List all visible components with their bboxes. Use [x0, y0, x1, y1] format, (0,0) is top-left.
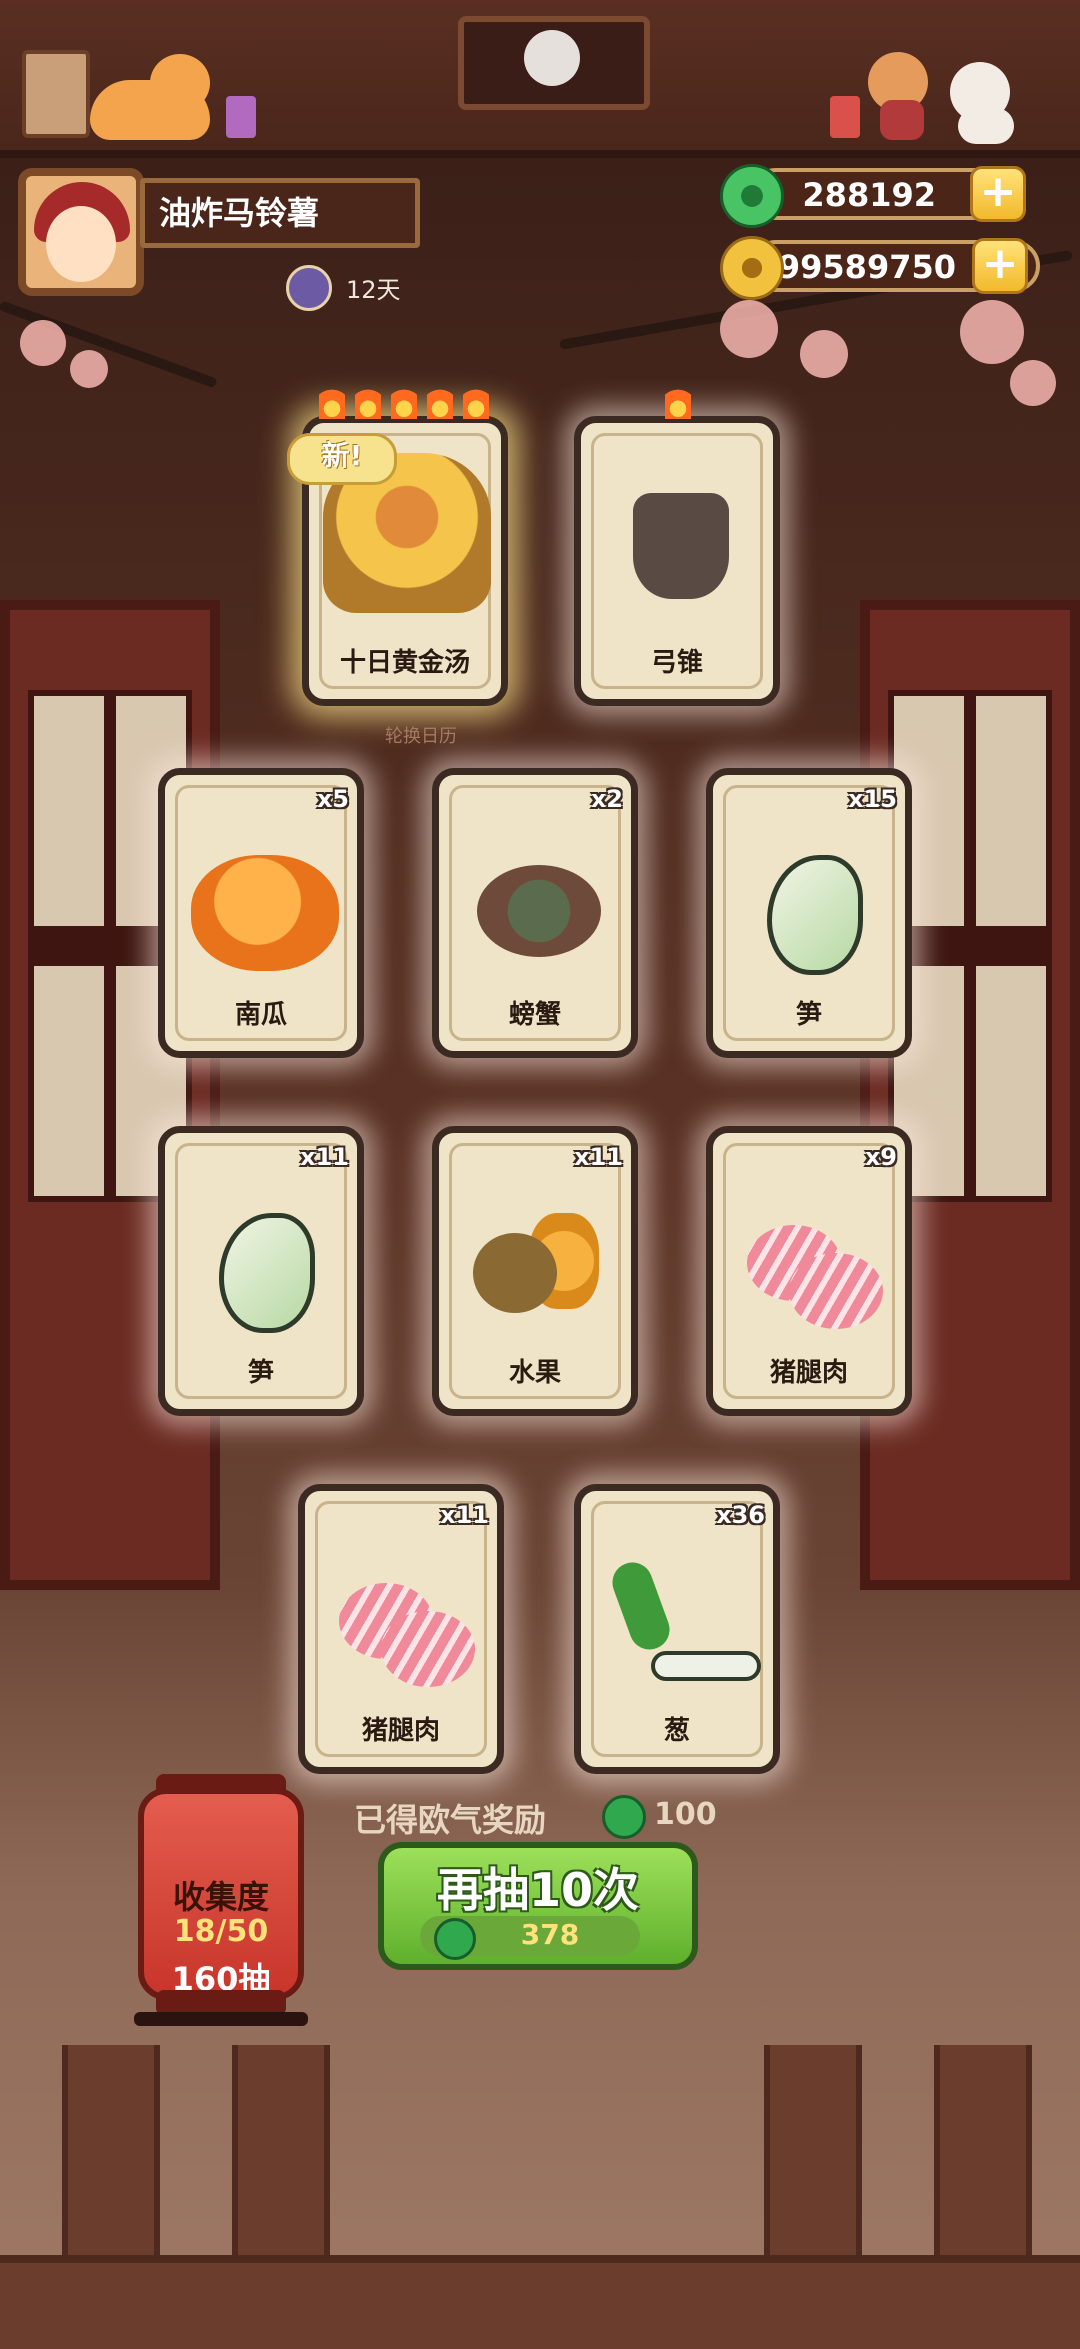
reward-card-pumpkin[interactable]: x5 南瓜 — [158, 768, 364, 1058]
add-jade-button[interactable]: + — [970, 166, 1026, 222]
blossom — [20, 320, 66, 366]
reward-card-fruit[interactable]: x11 水果 — [432, 1126, 638, 1416]
scroll-icon — [22, 50, 90, 138]
collection-title: 收集度 — [172, 1878, 269, 1916]
left-door — [0, 600, 220, 1590]
pumpkin-icon — [191, 855, 339, 971]
collection-progress: 18/50 — [173, 1914, 269, 1949]
jar-icon — [830, 96, 860, 138]
draw-cost: 378 — [520, 1918, 580, 1951]
cat-white-body-icon — [958, 108, 1014, 144]
pork-icon — [789, 1253, 883, 1329]
card-count: x5 — [316, 785, 349, 813]
card-count: x15 — [848, 785, 897, 813]
card-label: 水果 — [508, 1358, 561, 1388]
flame-icon — [427, 385, 453, 419]
blossom — [1010, 360, 1056, 406]
collection-lantern[interactable]: 收集度 18/50 160抽 — [138, 1788, 304, 2000]
fence-rail — [0, 2255, 1080, 2349]
coin-icon — [720, 236, 784, 300]
player-name: 油炸马铃薯 — [140, 178, 420, 248]
card-label: 南瓜 — [234, 1000, 287, 1030]
cat-head-icon — [150, 54, 210, 112]
jade-icon — [434, 1918, 476, 1960]
flame-icon — [391, 385, 417, 419]
calendar-icon — [286, 265, 332, 311]
card-label: 猪腿肉 — [769, 1358, 848, 1388]
crab-icon — [477, 865, 601, 957]
reward-card-crab[interactable]: x2 螃蟹 — [432, 768, 638, 1058]
card-count: x11 — [300, 1143, 349, 1171]
rotation-label: 轮换日历 — [385, 726, 457, 747]
card-label: 猪腿肉 — [361, 1716, 440, 1746]
reward-card-pork-leg[interactable]: x9 猪腿肉 — [706, 1126, 912, 1416]
reward-card-golden-soup[interactable]: 新! 十日黄金汤 — [287, 385, 508, 706]
flame-icon — [665, 385, 691, 419]
pork-icon — [381, 1611, 475, 1687]
card-count: x9 — [864, 1143, 897, 1171]
card-label: 十日黄金汤 — [339, 648, 470, 678]
card-count: x36 — [716, 1501, 765, 1529]
card-label: 葱 — [663, 1716, 690, 1746]
blossom — [720, 300, 778, 358]
banner-icon — [458, 16, 650, 110]
jade-icon — [720, 164, 784, 228]
card-count: x11 — [440, 1501, 489, 1529]
character-body-icon — [880, 100, 924, 140]
reward-card-scallion[interactable]: x36 葱 — [574, 1484, 780, 1774]
kiwi-icon — [473, 1233, 557, 1313]
blossom — [800, 330, 848, 378]
jade-value: 288192 — [802, 176, 936, 214]
right-door — [860, 600, 1080, 1590]
awl-icon — [633, 493, 729, 599]
flame-icon — [463, 385, 489, 419]
card-label: 笋 — [247, 1358, 274, 1388]
luck-reward-label: 已得欧气奖励 — [354, 1801, 547, 1839]
card-label: 螃蟹 — [508, 1000, 561, 1030]
blossom — [960, 300, 1024, 364]
blossom — [70, 350, 108, 388]
coin-value: 99589750 — [777, 248, 956, 286]
card-count: x2 — [590, 785, 623, 813]
jade-icon — [602, 1795, 646, 1839]
card-count: x11 — [574, 1143, 623, 1171]
new-badge: 新! — [287, 433, 397, 485]
draw-ten-button[interactable]: 再抽10次 378 — [378, 1842, 698, 1970]
card-label: 弓锥 — [650, 648, 703, 678]
login-days: 12天 — [346, 276, 401, 304]
scallion-stem-icon — [651, 1651, 761, 1681]
reward-card-pork-leg[interactable]: x11 猪腿肉 — [298, 1484, 504, 1774]
draw-button-label: 再抽10次 — [436, 1863, 639, 1917]
flame-icon — [319, 385, 345, 419]
luck-reward-value: 100 — [654, 1797, 717, 1832]
add-coin-button[interactable]: + — [972, 238, 1028, 294]
reward-card-bamboo-shoot[interactable]: x11 笋 — [158, 1126, 364, 1416]
card-label: 笋 — [795, 1000, 822, 1030]
flame-icon — [355, 385, 381, 419]
jar-icon — [226, 96, 256, 138]
lantern-stand — [134, 2012, 308, 2026]
avatar[interactable] — [18, 168, 144, 296]
reward-card-awl[interactable]: 弓锥 — [574, 385, 780, 706]
reward-card-bamboo-shoot[interactable]: x15 笋 — [706, 768, 912, 1058]
